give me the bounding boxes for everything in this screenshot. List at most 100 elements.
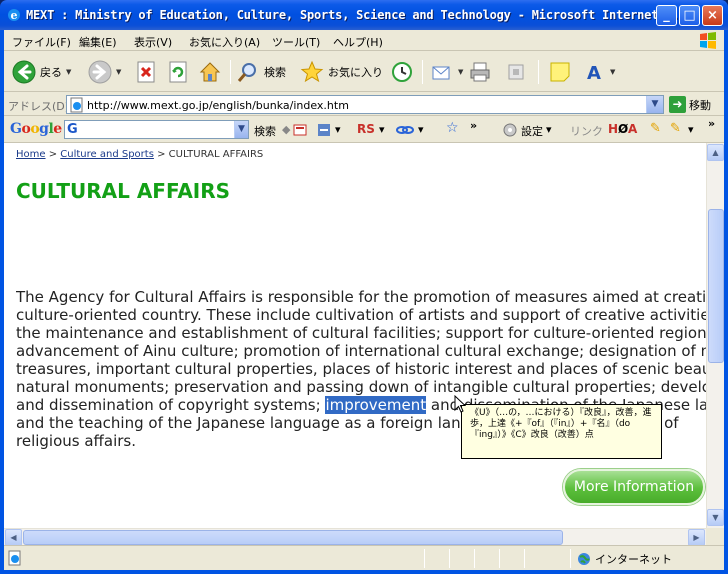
vertical-scroll-thumb[interactable] xyxy=(708,209,724,363)
popup-blocker-icon[interactable] xyxy=(316,122,332,138)
highlighter-icon[interactable]: ✎ xyxy=(650,121,661,136)
forward-button[interactable]: ▼ xyxy=(88,58,121,86)
overflow-chevron-icon[interactable]: » xyxy=(708,117,715,130)
google-g-icon: G xyxy=(67,122,78,137)
chevron-down-icon[interactable]: ▼ xyxy=(610,68,615,76)
search-button[interactable]: 検索 xyxy=(236,58,286,86)
toolbar-handle-icon: ◆ xyxy=(282,123,291,136)
ie-icon: e xyxy=(8,9,20,22)
page-title: CULTURAL AFFAIRS xyxy=(16,179,231,203)
print-button[interactable] xyxy=(468,58,492,86)
home-icon xyxy=(199,62,221,82)
breadcrumb-current: CULTURAL AFFAIRS xyxy=(168,149,264,160)
chevron-down-icon[interactable]: ▾ xyxy=(418,123,424,136)
minimize-button[interactable]: _ xyxy=(656,5,677,26)
breadcrumb-separator: > xyxy=(45,149,61,160)
mail-button[interactable]: ▼ xyxy=(430,58,463,86)
history-button[interactable] xyxy=(390,58,414,86)
overflow-chevron-icon[interactable]: » xyxy=(470,119,477,132)
menu-tools[interactable]: ツール(T) xyxy=(272,34,320,50)
menu-favorites[interactable]: お気に入り(A) xyxy=(189,34,260,50)
paragraph-line: treasures, important cultural properties… xyxy=(16,360,706,378)
status-divider xyxy=(449,549,450,568)
svg-text:A: A xyxy=(587,63,601,84)
google-search-input[interactable]: G ▼ xyxy=(64,120,249,139)
rs-button[interactable]: RS xyxy=(357,122,375,136)
refresh-icon xyxy=(169,61,187,83)
home-button[interactable] xyxy=(198,58,222,86)
close-button[interactable]: × xyxy=(702,5,723,26)
links-label[interactable]: リンク xyxy=(570,123,603,139)
go-button[interactable]: ➜ 移動 xyxy=(669,96,711,113)
chevron-down-icon[interactable]: ▾ xyxy=(335,123,341,136)
globe-icon xyxy=(578,553,590,565)
title-bar: e MEXT : Ministry of Education, Culture,… xyxy=(0,0,728,30)
refresh-button[interactable] xyxy=(166,58,190,86)
google-search-button[interactable]: 検索 xyxy=(254,123,276,139)
pen-icon[interactable]: ✎ xyxy=(670,121,681,136)
status-divider xyxy=(424,549,425,568)
settings-button[interactable]: 設定 xyxy=(521,123,543,139)
status-divider xyxy=(570,549,571,568)
security-zone[interactable]: インターネット xyxy=(577,551,672,567)
chevron-down-icon[interactable]: ▼ xyxy=(116,68,121,76)
paragraph-line: the maintenance and establishment of cul… xyxy=(16,324,706,342)
chevron-down-icon[interactable]: ▼ xyxy=(66,68,71,76)
search-label: 検索 xyxy=(264,66,286,79)
page-viewport: Home > Culture and Sports > CULTURAL AFF… xyxy=(4,143,706,528)
vertical-scrollbar[interactable]: ▲ ▼ xyxy=(706,143,724,528)
favorites-button[interactable]: お気に入り xyxy=(300,58,383,86)
address-url: http://www.mext.go.jp/english/bunka/inde… xyxy=(87,99,349,112)
address-bar: アドレス(D) http://www.mext.go.jp/english/bu… xyxy=(4,93,724,116)
edit-button[interactable] xyxy=(504,58,528,86)
address-input[interactable]: http://www.mext.go.jp/english/bunka/inde… xyxy=(66,95,664,114)
stop-button[interactable] xyxy=(134,58,158,86)
menu-edit[interactable]: 編集(E) xyxy=(79,34,117,50)
status-divider xyxy=(524,549,525,568)
maximize-button[interactable]: □ xyxy=(679,5,700,26)
chevron-down-icon[interactable]: ▼ xyxy=(458,68,463,76)
address-label: アドレス(D) xyxy=(8,100,70,113)
windows-logo-icon xyxy=(700,32,716,49)
selected-word[interactable]: improvement xyxy=(325,396,427,414)
breadcrumb-home-link[interactable]: Home xyxy=(16,149,46,160)
notes-button[interactable] xyxy=(548,58,572,86)
google-logo: Google xyxy=(10,121,62,137)
horizontal-scrollbar[interactable]: ◀ ▶ xyxy=(4,528,706,546)
news-icon[interactable] xyxy=(292,122,308,138)
menu-file[interactable]: ファイル(F) xyxy=(12,34,71,50)
hoa-addon-icon[interactable]: HØA xyxy=(608,122,637,136)
font-size-icon: A xyxy=(587,63,601,84)
menu-help[interactable]: ヘルプ(H) xyxy=(333,34,383,50)
menu-view[interactable]: 表示(V) xyxy=(134,34,172,50)
scroll-down-arrow-icon[interactable]: ▼ xyxy=(707,509,724,526)
paragraph-line: natural monuments; preservation and pass… xyxy=(16,378,706,396)
chevron-down-icon[interactable]: ▼ xyxy=(234,121,248,138)
star-icon xyxy=(300,60,324,83)
zone-label: インターネット xyxy=(595,553,672,566)
go-arrow-icon: ➜ xyxy=(669,96,686,113)
chevron-down-icon[interactable]: ▾ xyxy=(546,123,552,136)
search-icon xyxy=(237,63,256,82)
status-divider xyxy=(474,549,475,568)
more-information-button[interactable]: More Information xyxy=(563,469,705,505)
paragraph-line: culture-oriented country. These include … xyxy=(16,306,706,324)
scroll-up-arrow-icon[interactable]: ▲ xyxy=(707,144,724,161)
window-title: MEXT : Ministry of Education, Culture, S… xyxy=(26,8,680,22)
toolbar-separator xyxy=(230,60,231,84)
font-size-button[interactable]: A ▼ xyxy=(582,58,615,86)
line-text: and dissemination of copyright systems; xyxy=(16,396,326,414)
chevron-down-icon[interactable]: ▾ xyxy=(379,123,385,136)
breadcrumb-culture-link[interactable]: Culture and Sports xyxy=(60,149,154,160)
favorites-label: お気に入り xyxy=(328,66,383,79)
printer-icon xyxy=(470,62,490,82)
chevron-down-icon[interactable]: ▼ xyxy=(646,96,663,113)
back-button[interactable]: 戻る ▼ xyxy=(12,58,71,86)
scroll-right-arrow-icon[interactable]: ▶ xyxy=(688,529,705,546)
horizontal-scroll-thumb[interactable] xyxy=(23,530,563,545)
chevron-down-icon[interactable]: ▾ xyxy=(688,123,694,136)
scroll-left-arrow-icon[interactable]: ◀ xyxy=(5,529,22,546)
links-chain-icon[interactable] xyxy=(396,122,414,138)
forward-arrow-icon xyxy=(88,60,112,84)
star-bookmark-icon[interactable]: ☆ xyxy=(446,120,459,136)
